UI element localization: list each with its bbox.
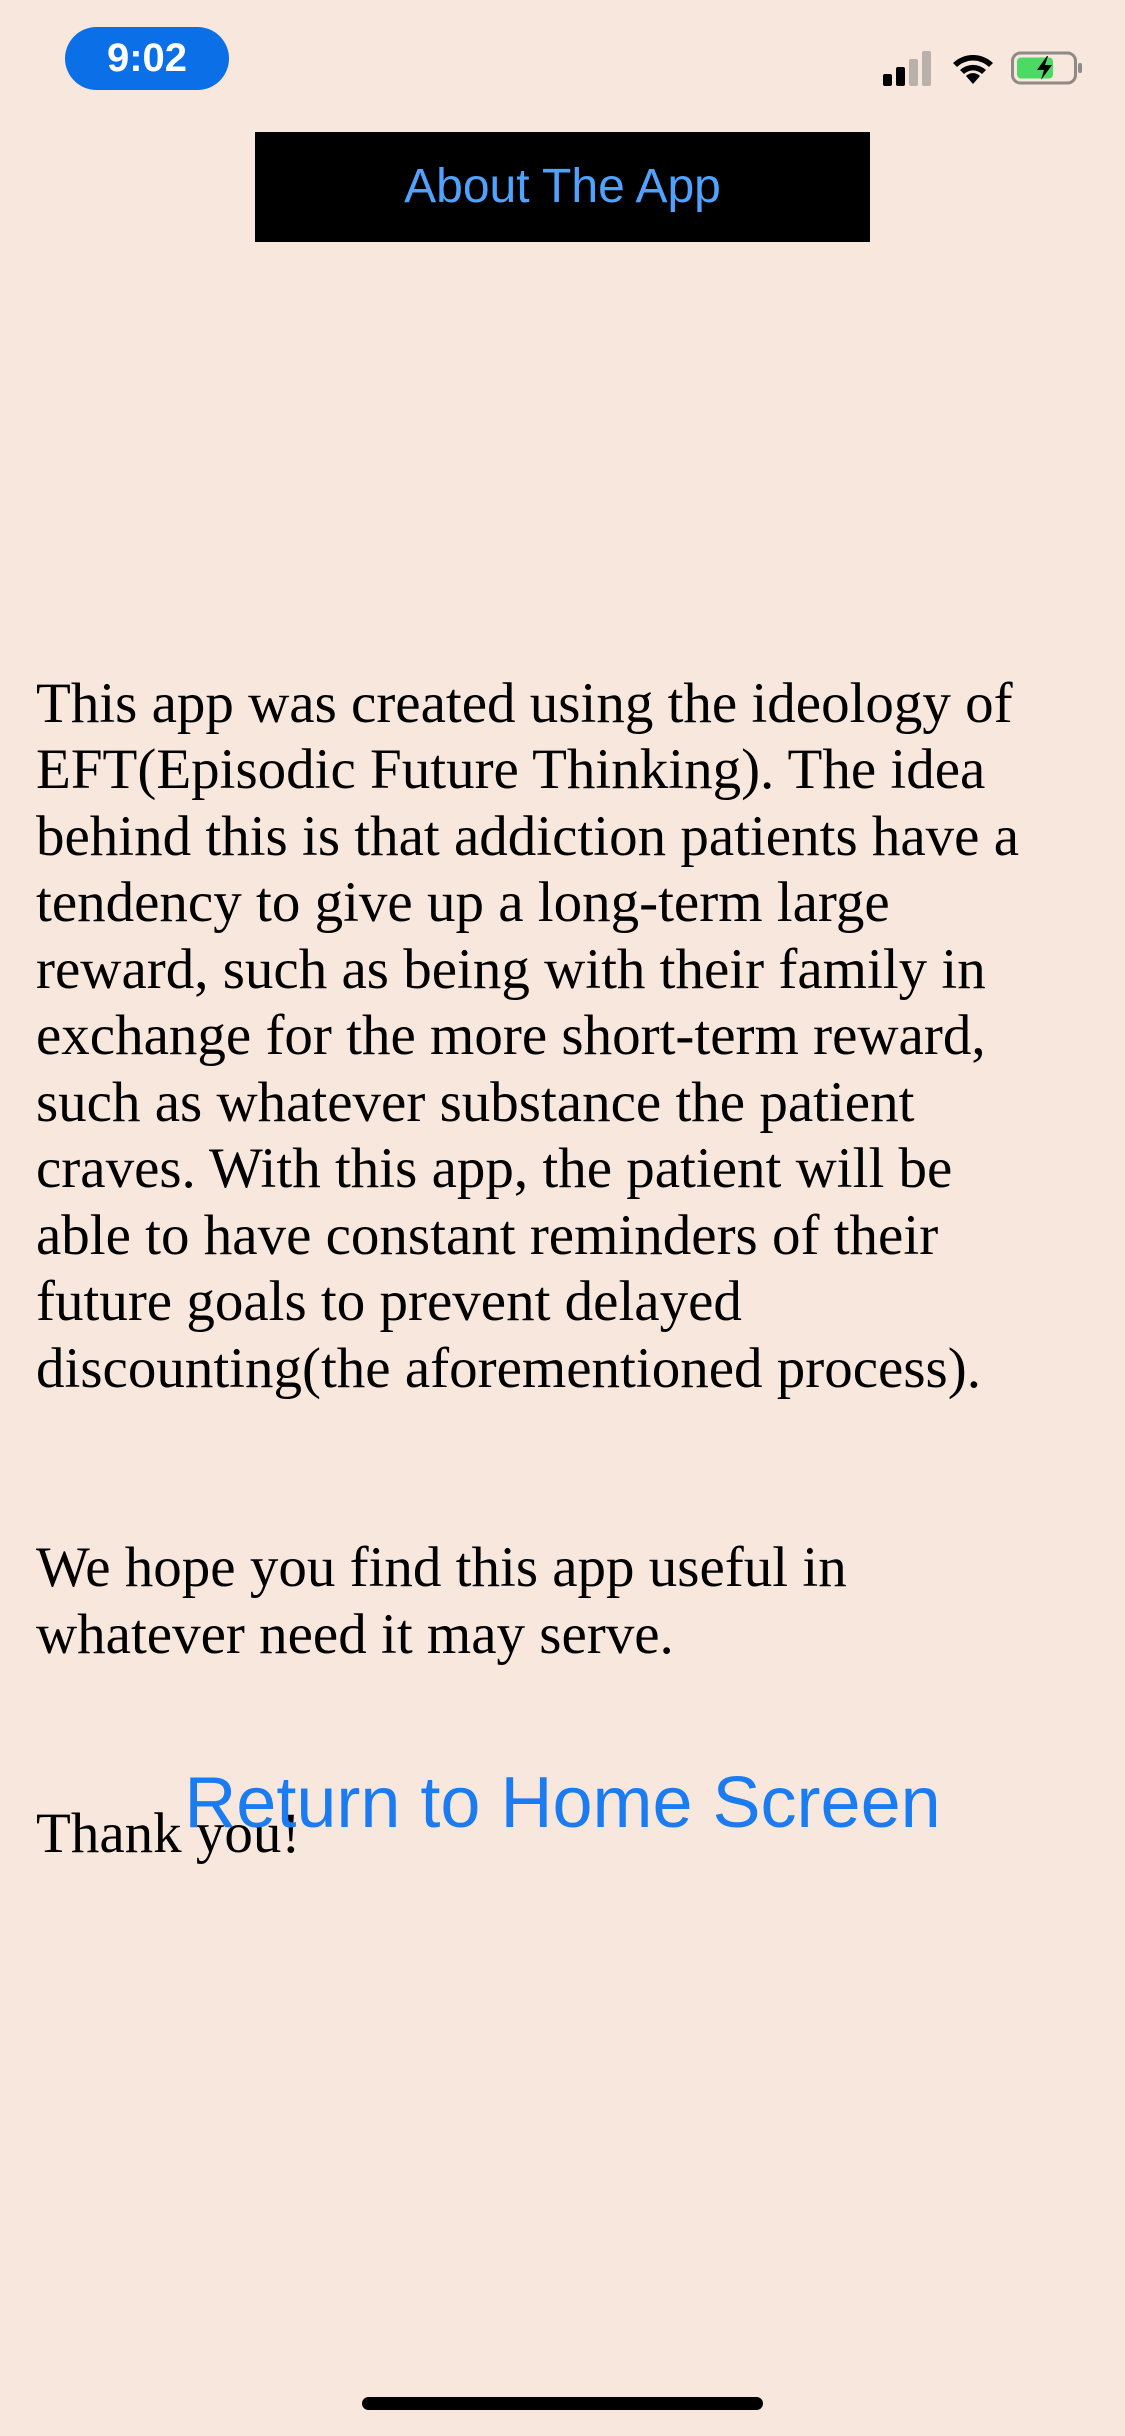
return-home-button[interactable]: Return to Home Screen [0,1758,1125,1848]
description-paragraph-2: We hope you find this app useful in what… [36,1536,847,1666]
page-title: About The App [404,160,721,213]
description-paragraph-1: This app was created using the ideology … [36,671,1020,1400]
status-time: 9:02 [65,27,229,90]
header-title-box: About The App [255,132,870,242]
cellular-signal-icon [883,50,935,86]
about-description: This app was created using the ideology … [36,604,1096,1934]
battery-charging-icon [1011,50,1085,86]
home-indicator[interactable] [362,2397,763,2410]
wifi-icon [949,50,997,86]
status-icons [883,48,1085,88]
